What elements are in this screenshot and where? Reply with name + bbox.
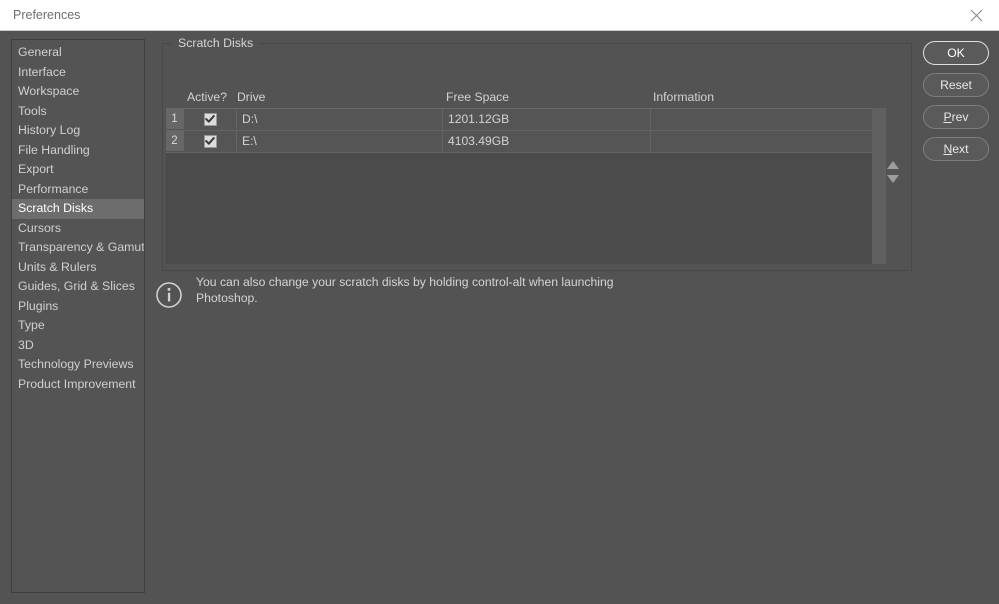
sidebar-item-technology-previews[interactable]: Technology Previews (12, 355, 144, 375)
sidebar-item-label: Tools (18, 104, 47, 118)
sidebar-item-label: Type (18, 318, 45, 332)
sidebar-item-product-improvement[interactable]: Product Improvement (12, 375, 144, 395)
close-icon (970, 9, 983, 22)
sidebar-item-label: Guides, Grid & Slices (18, 279, 135, 293)
sidebar-item-workspace[interactable]: Workspace (12, 82, 144, 102)
column-header-active: Active? (187, 90, 227, 104)
active-checkbox[interactable] (204, 113, 217, 126)
sidebar-item-type[interactable]: Type (12, 316, 144, 336)
sidebar-item-label: Plugins (18, 299, 58, 313)
table-row[interactable]: 1 D:\1201.12GB (166, 109, 876, 131)
sidebar-item-history-log[interactable]: History Log (12, 121, 144, 141)
column-header-information: Information (653, 90, 714, 104)
cell-free-space: 1201.12GB (442, 109, 650, 129)
sidebar-item-label: Transparency & Gamut (18, 240, 145, 254)
cell-active (183, 131, 236, 151)
triangle-down-icon[interactable] (887, 175, 899, 183)
sidebar-item-label: Workspace (18, 84, 79, 98)
button-label: OK (947, 46, 965, 60)
sidebar-item-3d[interactable]: 3D (12, 336, 144, 356)
table-scrollbar[interactable] (872, 108, 886, 264)
title-bar: Preferences (0, 0, 999, 31)
triangle-up-icon[interactable] (887, 161, 899, 169)
sidebar-item-export[interactable]: Export (12, 160, 144, 180)
button-label: Next (943, 142, 968, 156)
table-header-row: Active? Drive Free Space Information (166, 88, 876, 108)
cell-information (650, 109, 872, 129)
dialog-button-column: OK Reset Prev Next (923, 41, 989, 169)
sidebar-item-label: Product Improvement (18, 377, 136, 391)
sidebar-item-general[interactable]: General (12, 43, 144, 63)
column-header-free-space: Free Space (446, 90, 509, 104)
scratch-disks-group-label: Scratch Disks (172, 36, 259, 50)
sidebar-item-tools[interactable]: Tools (12, 102, 144, 122)
window-title: Preferences (13, 8, 80, 22)
sidebar-item-label: Export (18, 162, 54, 176)
cell-active (183, 109, 236, 129)
sidebar-item-guides-grid-slices[interactable]: Guides, Grid & Slices (12, 277, 144, 297)
sidebar-item-label: Performance (18, 182, 88, 196)
reset-button[interactable]: Reset (923, 73, 989, 97)
button-label: Prev (943, 110, 968, 124)
cell-free-space: 4103.49GB (442, 131, 650, 151)
sidebar-item-file-handling[interactable]: File Handling (12, 141, 144, 161)
cell-drive: D:\ (236, 109, 442, 129)
prev-button[interactable]: Prev (923, 105, 989, 129)
active-checkbox[interactable] (204, 135, 217, 148)
sidebar-item-scratch-disks[interactable]: Scratch Disks (12, 199, 144, 219)
row-number: 2 (166, 131, 183, 151)
sidebar-item-label: Interface (18, 65, 66, 79)
info-icon (155, 281, 183, 309)
cell-drive: E:\ (236, 131, 442, 151)
sidebar-item-label: File Handling (18, 143, 90, 157)
preferences-dialog: General Interface Workspace Tools History Lo… (0, 31, 999, 604)
table-body: 1 D:\1201.12GB 2 E:\4103.49GB (166, 108, 876, 264)
row-number: 1 (166, 109, 183, 129)
sidebar-item-label: Cursors (18, 221, 61, 235)
table-row[interactable]: 2 E:\4103.49GB (166, 131, 876, 153)
sidebar-item-cursors[interactable]: Cursors (12, 219, 144, 239)
next-button[interactable]: Next (923, 137, 989, 161)
sidebar-item-label: General (18, 45, 62, 59)
ok-button[interactable]: OK (923, 41, 989, 65)
sidebar-item-interface[interactable]: Interface (12, 63, 144, 83)
scratch-disks-note: You can also change your scratch disks b… (196, 274, 626, 306)
sidebar-item-label: 3D (18, 338, 34, 352)
sidebar-item-plugins[interactable]: Plugins (12, 297, 144, 317)
close-button[interactable] (953, 0, 999, 30)
sidebar-item-transparency-gamut[interactable]: Transparency & Gamut (12, 238, 144, 258)
sidebar-item-units-rulers[interactable]: Units & Rulers (12, 258, 144, 278)
column-header-drive: Drive (237, 90, 265, 104)
button-label: Reset (940, 78, 972, 92)
reorder-controls (884, 161, 902, 183)
sidebar-item-label: History Log (18, 123, 80, 137)
sidebar-item-performance[interactable]: Performance (12, 180, 144, 200)
sidebar-item-label: Units & Rulers (18, 260, 97, 274)
sidebar-item-label: Technology Previews (18, 357, 134, 371)
scratch-disks-table: Active? Drive Free Space Information 1 D:… (166, 88, 876, 264)
preferences-category-list[interactable]: General Interface Workspace Tools History Lo… (11, 39, 145, 593)
cell-information (650, 131, 872, 151)
sidebar-item-label: Scratch Disks (18, 201, 93, 215)
